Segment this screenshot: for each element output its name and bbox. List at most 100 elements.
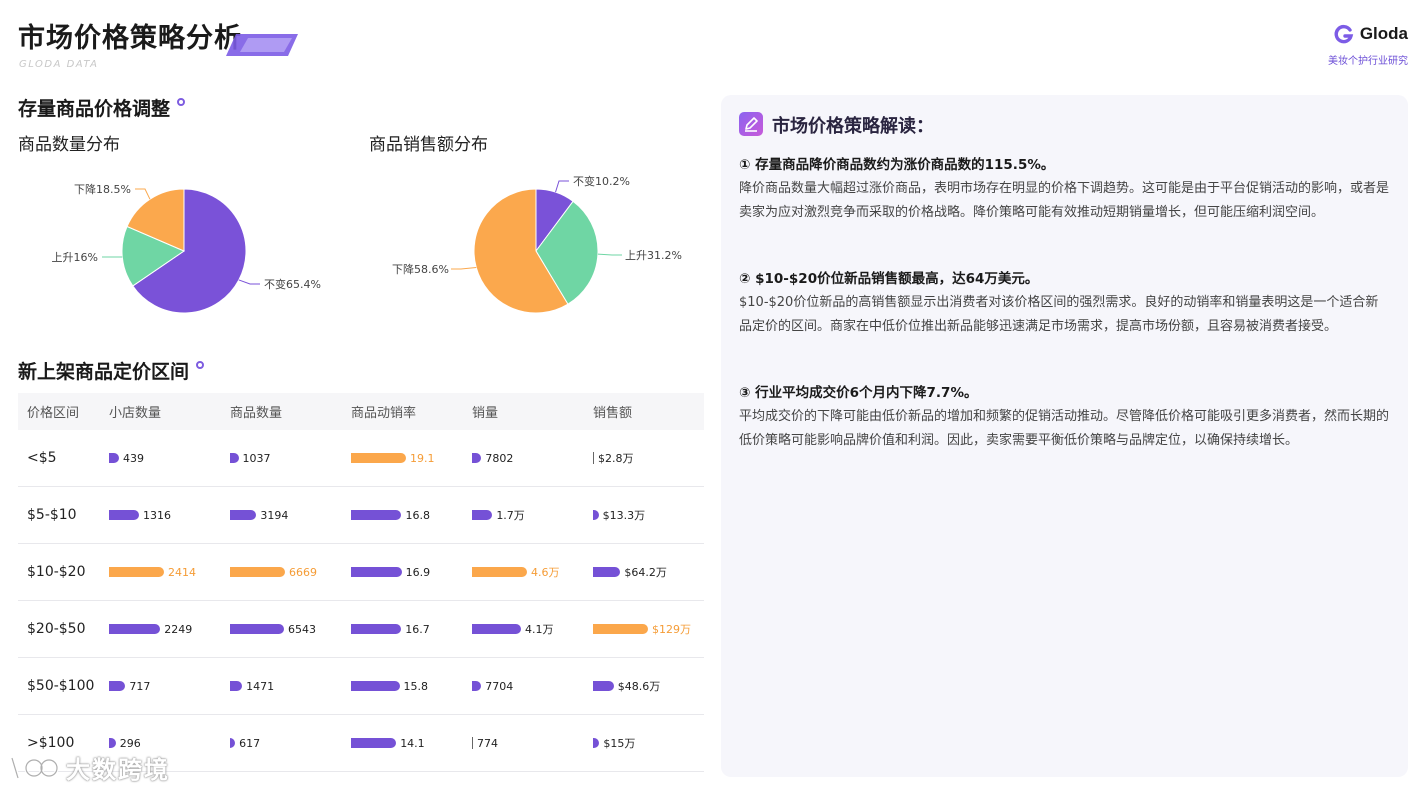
value-cell: $15万 <box>593 715 703 771</box>
column-header: 小店数量 <box>109 406 162 421</box>
section-title-text: 新上架商品定价区间 <box>18 361 190 383</box>
value-label: 16.9 <box>405 565 431 579</box>
value-cell: $13.3万 <box>593 487 703 543</box>
value-label: $2.8万 <box>598 452 634 465</box>
value-label: 14.1 <box>400 736 425 750</box>
pie-title-count: 商品数量分布 <box>18 135 120 155</box>
value-cell: $129万 <box>593 601 703 657</box>
pie-leader-line <box>135 188 151 200</box>
value-label: 617 <box>239 736 261 750</box>
value-cell: 3194 <box>230 487 351 543</box>
value-bar <box>351 681 400 691</box>
value-label: 296 <box>119 736 141 750</box>
value-bar <box>351 510 402 520</box>
value-cell: 6543 <box>230 601 351 657</box>
value-cell: $2.8万 <box>593 430 703 486</box>
pie-title-sales: 商品销售额分布 <box>369 135 488 155</box>
value-label: 7802 <box>485 451 514 465</box>
value-bar <box>351 738 397 748</box>
value-cell: 1.7万 <box>472 487 593 543</box>
value-bar <box>230 738 236 748</box>
value-cell: 1316 <box>109 487 230 543</box>
insight-body: $10-$20价位新品的高销售额显示出消费者对该价格区间的强烈需求。良好的动销率… <box>739 295 1379 334</box>
value-bar <box>351 567 402 577</box>
column-header: 销售额 <box>593 406 633 421</box>
value-cell: 2249 <box>109 601 230 657</box>
price-range-cell: <$5 <box>27 450 57 466</box>
value-bar <box>109 453 119 463</box>
value-label: $15万 <box>603 737 636 750</box>
value-label: 16.8 <box>405 508 430 522</box>
brand: Gloda <box>1334 24 1408 44</box>
section-dot-icon <box>196 361 205 369</box>
pie-label: 上升16% <box>52 251 98 264</box>
value-label: 717 <box>129 679 151 693</box>
value-cell: 16.7 <box>351 601 472 657</box>
value-label: 19.1 <box>410 451 435 465</box>
value-cell: 439 <box>109 430 230 486</box>
value-cell: 16.8 <box>351 487 472 543</box>
value-label: 1.7万 <box>496 509 525 522</box>
value-bar <box>593 510 599 520</box>
brand-tagline: 美妆个护行业研究 <box>1328 56 1408 67</box>
value-cell: 4.6万 <box>472 544 593 600</box>
value-bar <box>109 567 164 577</box>
pie-label: 不变65.4% <box>264 277 321 291</box>
value-label: 4.6万 <box>531 566 560 579</box>
value-bar <box>472 681 482 691</box>
value-bar <box>593 567 621 577</box>
value-label: $48.6万 <box>617 680 661 693</box>
value-bar <box>593 681 614 691</box>
insight-title: ① 存量商品降价商品数约为涨价商品数的115.5%。 <box>739 157 1055 173</box>
pie-label: 下降18.5% <box>74 182 131 196</box>
value-bar <box>593 624 648 634</box>
value-bar <box>109 510 139 520</box>
price-range-cell: $20-$50 <box>27 621 86 637</box>
value-bar <box>472 567 527 577</box>
pie-label: 不变10.2% <box>573 174 630 188</box>
value-bar <box>351 453 406 463</box>
value-cell: $64.2万 <box>593 544 703 600</box>
value-label: 439 <box>123 451 144 465</box>
value-bar <box>230 681 243 691</box>
column-header: 商品数量 <box>230 406 283 421</box>
value-bar <box>472 453 482 463</box>
value-cell: 19.1 <box>351 430 472 486</box>
value-bar <box>230 510 257 520</box>
value-label: 1471 <box>246 679 275 693</box>
value-label: 2414 <box>168 565 196 579</box>
pie-label: 下降58.6% <box>392 262 449 276</box>
section-title-stock-price: 存量商品价格调整 <box>18 94 186 121</box>
value-bar <box>472 510 493 520</box>
value-cell: 7704 <box>472 658 593 714</box>
value-cell: 617 <box>230 715 351 771</box>
value-label: 1037 <box>242 451 271 465</box>
value-label: 16.7 <box>405 622 430 636</box>
value-bar <box>230 567 285 577</box>
title-decoration <box>226 34 298 56</box>
insight-title: ② $10-$20价位新品销售额最高，达64万美元。 <box>739 271 1039 287</box>
pie-leader-line <box>451 267 477 270</box>
page: 市场价格策略分析 GLODA DATA Gloda 美妆个护行业研究 存量商品价… <box>0 0 1423 793</box>
value-cell: 14.1 <box>351 715 472 771</box>
page-subtitle: GLODA DATA <box>19 59 99 70</box>
section-title-new-price: 新上架商品定价区间 <box>18 357 205 384</box>
price-range-cell: $5-$10 <box>27 507 77 523</box>
value-bar <box>109 738 116 748</box>
table-header: 价格区间 小店数量 商品数量 商品动销率 销量 销售额 <box>18 393 704 430</box>
price-range-table: 价格区间 小店数量 商品数量 商品动销率 销量 销售额 <$5 439 1037 19… <box>18 393 704 772</box>
value-label: 7704 <box>485 679 514 693</box>
table-row: $50-$100 717 1471 15.8 7704 $48.6万 <box>18 658 704 715</box>
brand-name: Gloda <box>1359 24 1408 43</box>
table-row: $10-$20 2414 6669 16.9 4.6万 $64.2万 <box>18 544 704 601</box>
gloda-logo-icon <box>1334 24 1354 44</box>
page-title: 市场价格策略分析 <box>18 23 242 54</box>
value-cell: 1037 <box>230 430 351 486</box>
pie-leader-line <box>597 253 622 256</box>
value-cell: $48.6万 <box>593 658 703 714</box>
value-label: 2249 <box>164 622 193 636</box>
table-row: $20-$50 2249 6543 16.7 4.1万 $129万 <box>18 601 704 658</box>
price-range-cell: $50-$100 <box>27 678 95 694</box>
value-label: 774 <box>477 736 498 750</box>
value-bar <box>109 624 161 634</box>
